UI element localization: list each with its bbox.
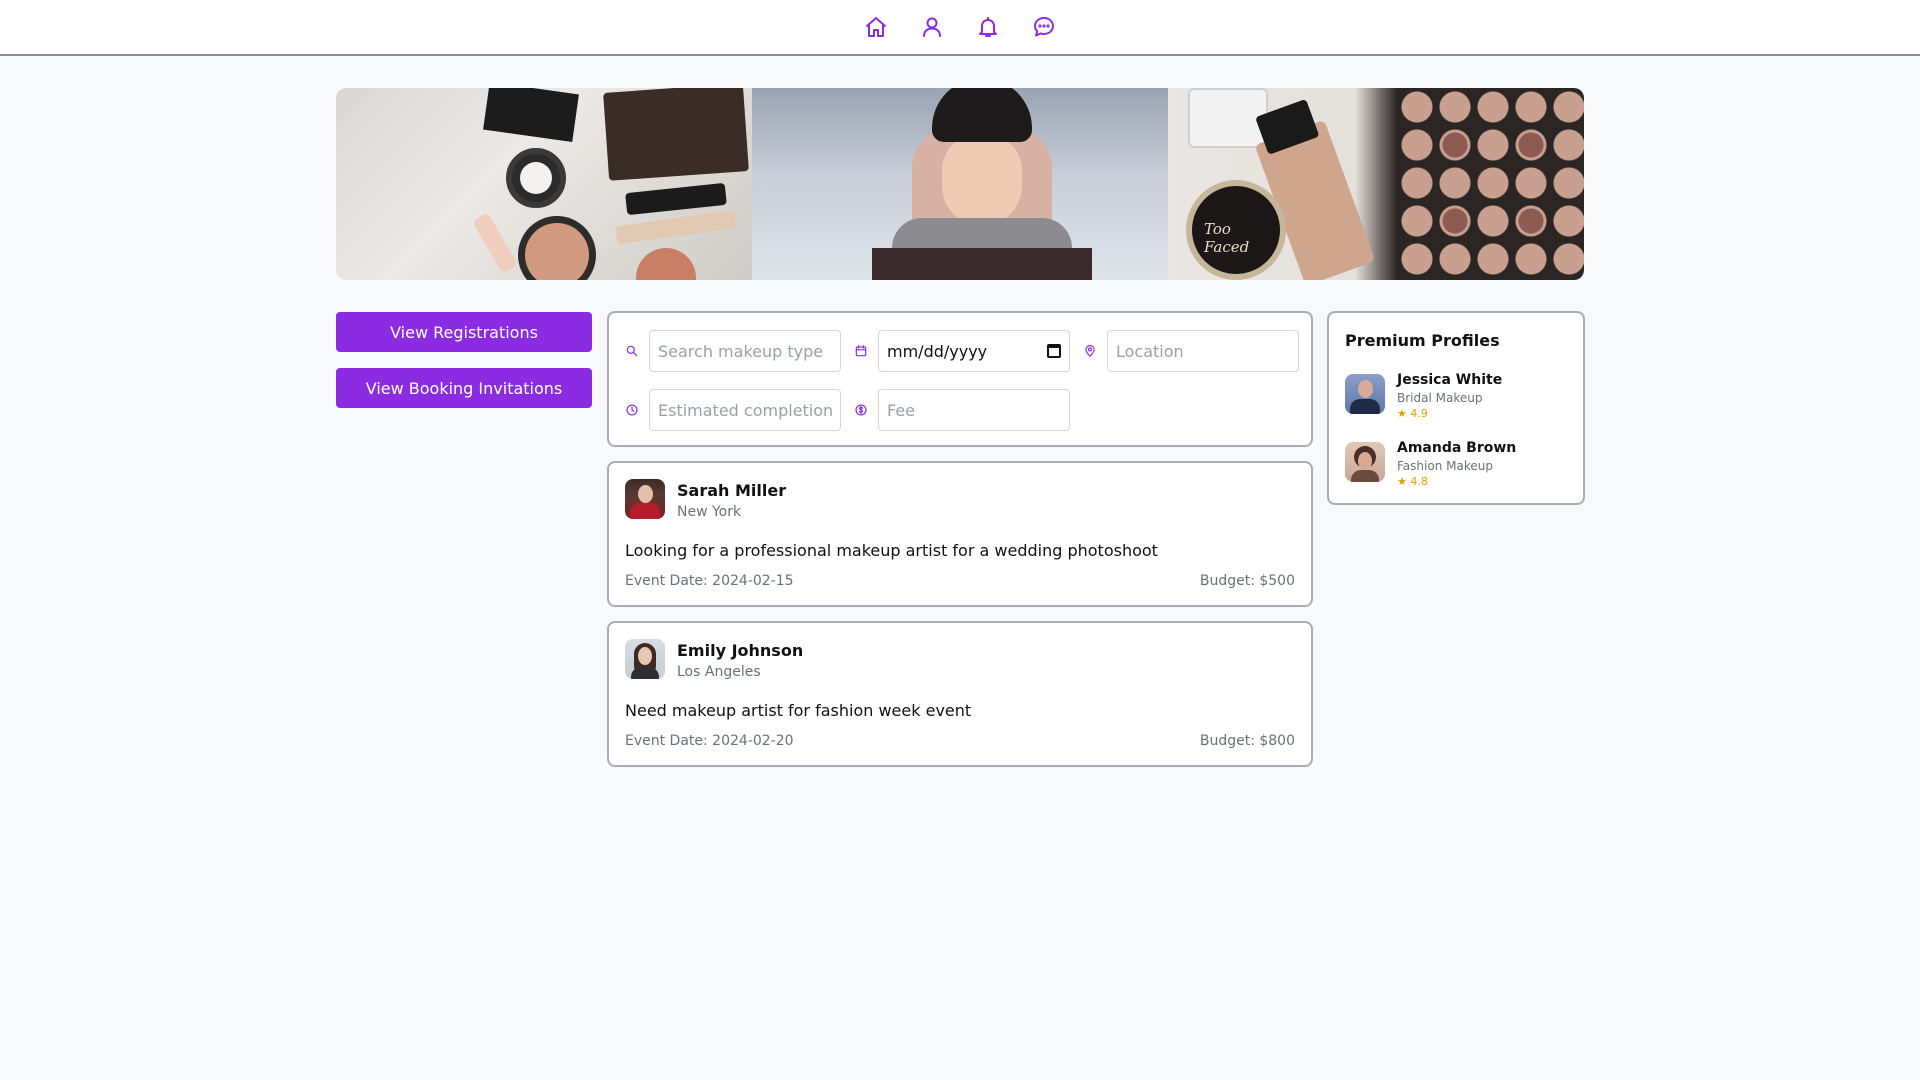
portrait-image bbox=[752, 88, 1168, 280]
event-date: Event Date: 2024-02-15 bbox=[625, 573, 794, 589]
view-booking-invitations-button[interactable]: View Booking Invitations bbox=[336, 368, 592, 408]
search-filters: mm/dd/yyyy bbox=[607, 311, 1313, 447]
avatar bbox=[625, 639, 665, 679]
clock-icon bbox=[625, 403, 639, 417]
profile-name: Amanda Brown bbox=[1397, 440, 1517, 456]
location-pin-icon bbox=[1083, 344, 1097, 358]
request-card[interactable]: Emily Johnson Los Angeles Need makeup ar… bbox=[607, 621, 1313, 767]
premium-profiles-panel: Premium Profiles Jessica White Bridal Ma… bbox=[1327, 311, 1585, 505]
search-icon bbox=[625, 344, 639, 358]
date-picker-icon[interactable] bbox=[1047, 344, 1061, 358]
panel-title: Premium Profiles bbox=[1345, 331, 1500, 350]
profile-name: Jessica White bbox=[1397, 372, 1503, 388]
user-icon[interactable] bbox=[920, 15, 944, 39]
profile-rating: ★ 4.8 bbox=[1397, 475, 1428, 488]
date-value: mm/dd/yyyy bbox=[887, 341, 988, 361]
client-name: Sarah Miller bbox=[677, 481, 787, 500]
message-icon[interactable] bbox=[1032, 15, 1056, 39]
hero-banner bbox=[336, 88, 1584, 280]
request-card[interactable]: Sarah Miller New York Looking for a prof… bbox=[607, 461, 1313, 607]
date-field: mm/dd/yyyy bbox=[854, 330, 1070, 372]
client-city: New York bbox=[677, 504, 742, 520]
view-registrations-button[interactable]: View Registrations bbox=[336, 312, 592, 352]
budget: Budget: $800 bbox=[1199, 733, 1295, 749]
avatar bbox=[625, 479, 665, 519]
profile-specialty: Fashion Makeup bbox=[1397, 459, 1493, 473]
date-input[interactable]: mm/dd/yyyy bbox=[878, 330, 1070, 372]
premium-profile-item[interactable]: Jessica White Bridal Makeup ★ 4.9 bbox=[1345, 370, 1571, 420]
top-nav bbox=[0, 0, 1920, 56]
home-icon[interactable] bbox=[864, 15, 888, 39]
profile-specialty: Bridal Makeup bbox=[1397, 391, 1483, 405]
request-description: Looking for a professional makeup artist… bbox=[625, 541, 1158, 560]
location-input[interactable] bbox=[1107, 330, 1299, 372]
client-city: Los Angeles bbox=[677, 664, 761, 680]
budget: Budget: $500 bbox=[1199, 573, 1295, 589]
client-name: Emily Johnson bbox=[677, 641, 804, 660]
calendar-icon bbox=[854, 344, 868, 358]
avatar bbox=[1345, 374, 1385, 414]
search-input[interactable] bbox=[649, 330, 841, 372]
request-description: Need makeup artist for fashion week even… bbox=[625, 701, 972, 720]
event-date: Event Date: 2024-02-20 bbox=[625, 733, 794, 749]
profile-rating: ★ 4.9 bbox=[1397, 407, 1428, 420]
eyeshadow-palette-image bbox=[1168, 88, 1584, 280]
fee-input[interactable] bbox=[878, 389, 1070, 431]
makeup-flatlay-image bbox=[336, 88, 752, 280]
avatar bbox=[1345, 442, 1385, 482]
dollar-icon bbox=[854, 403, 868, 417]
completion-field bbox=[625, 389, 841, 431]
premium-profile-item[interactable]: Amanda Brown Fashion Makeup ★ 4.8 bbox=[1345, 438, 1571, 488]
search-field bbox=[625, 330, 841, 372]
bell-icon[interactable] bbox=[976, 15, 1000, 39]
fee-field bbox=[854, 389, 1070, 431]
completion-input[interactable] bbox=[649, 389, 841, 431]
location-field bbox=[1083, 330, 1299, 372]
